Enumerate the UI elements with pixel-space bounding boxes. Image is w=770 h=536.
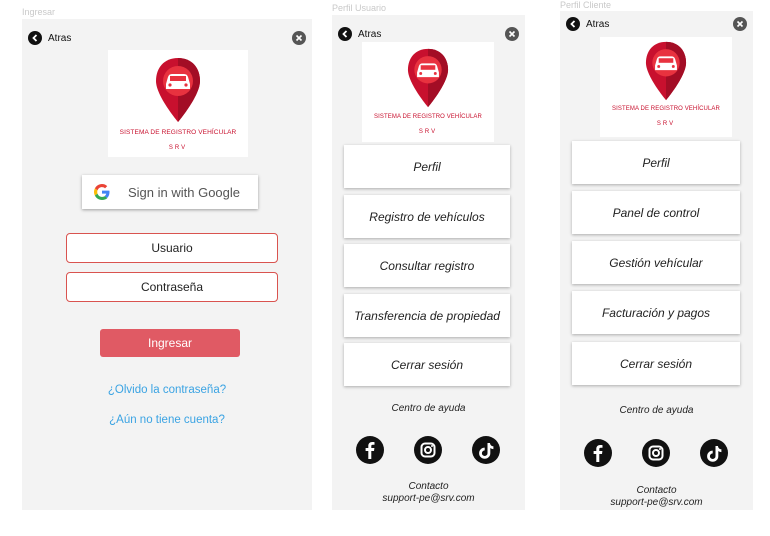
password-field[interactable]: Contraseña bbox=[66, 272, 278, 302]
back-button[interactable]: Atras bbox=[566, 17, 609, 31]
back-arrow-icon bbox=[566, 17, 580, 31]
google-signin-label: Sign in with Google bbox=[128, 184, 241, 200]
menu-item-gestion-vehicular[interactable]: Gestión vehícular bbox=[572, 241, 740, 284]
contact-label: Contacto bbox=[636, 485, 677, 496]
google-icon bbox=[94, 184, 110, 200]
facebook-icon[interactable] bbox=[584, 439, 612, 467]
logo-abbr: SRV bbox=[418, 129, 438, 135]
back-arrow-icon bbox=[28, 31, 42, 45]
car-pin-icon bbox=[156, 58, 200, 122]
close-icon[interactable] bbox=[733, 17, 747, 31]
logo-abbr: SRV bbox=[656, 121, 676, 127]
facebook-icon[interactable] bbox=[356, 436, 384, 464]
frame-title-perfil-cliente: Perfil Cliente bbox=[560, 0, 612, 10]
instagram-icon[interactable] bbox=[414, 436, 442, 464]
back-button[interactable]: Atras bbox=[338, 27, 381, 41]
instagram-icon[interactable] bbox=[642, 439, 670, 467]
client-profile-screen: Atras SISTEMA DE REGISTRO VEHÍCULAR SRV … bbox=[560, 11, 753, 510]
google-signin-button[interactable]: Sign in with Google bbox=[82, 175, 258, 209]
help-center-link[interactable]: Centro de ayuda bbox=[332, 403, 525, 414]
tiktok-icon[interactable] bbox=[700, 439, 728, 467]
logo-abbr: SRV bbox=[168, 145, 188, 151]
menu-item-panel-control[interactable]: Panel de control bbox=[572, 191, 740, 234]
menu-item-cerrar-sesion[interactable]: Cerrar sesión bbox=[572, 342, 740, 385]
logo-title: SISTEMA DE REGISTRO VEHÍCULAR bbox=[374, 114, 482, 120]
login-screen: Atras SISTEMA DE REGISTRO VEHÍCULAR SRV … bbox=[22, 19, 312, 510]
tiktok-icon[interactable] bbox=[472, 436, 500, 464]
menu-item-consultar-registro[interactable]: Consultar registro bbox=[344, 244, 510, 287]
menu-item-cerrar-sesion[interactable]: Cerrar sesión bbox=[344, 343, 510, 386]
contact-block: Contacto support-pe@srv.com bbox=[332, 481, 525, 505]
frame-title-perfil-usuario: Perfil Usuario bbox=[332, 3, 387, 13]
srv-logo: SISTEMA DE REGISTRO VEHÍCULAR SRV bbox=[600, 37, 732, 137]
logo-title: SISTEMA DE REGISTRO VEHÍCULAR bbox=[119, 129, 237, 136]
username-field[interactable]: Usuario bbox=[66, 233, 278, 263]
srv-logo: SISTEMA DE REGISTRO VEHÍCULAR SRV bbox=[362, 42, 494, 142]
contact-block: Contacto support-pe@srv.com bbox=[560, 485, 753, 509]
help-center-link[interactable]: Centro de ayuda bbox=[560, 405, 753, 416]
srv-logo: SISTEMA DE REGISTRO VEHÍCULAR SRV bbox=[108, 50, 248, 157]
frame-title-ingresar: Ingresar bbox=[22, 7, 56, 17]
contact-label: Contacto bbox=[408, 481, 449, 492]
back-label: Atras bbox=[48, 32, 72, 44]
register-link[interactable]: ¿Aún no tiene cuenta? bbox=[22, 414, 312, 426]
user-profile-screen: Atras SISTEMA DE REGISTRO VEHÍCULAR SRV … bbox=[332, 15, 525, 510]
back-label: Atras bbox=[358, 28, 382, 40]
back-button[interactable]: Atras bbox=[28, 31, 71, 45]
login-button[interactable]: Ingresar bbox=[100, 329, 240, 357]
car-pin-icon bbox=[645, 41, 687, 101]
close-icon[interactable] bbox=[292, 31, 306, 45]
car-pin-icon bbox=[407, 48, 449, 108]
back-label: Atras bbox=[586, 18, 610, 30]
menu-item-transferencia[interactable]: Transferencia de propiedad bbox=[344, 294, 510, 337]
logo-title: SISTEMA DE REGISTRO VEHÍCULAR bbox=[612, 106, 720, 112]
menu-item-facturacion[interactable]: Facturación y pagos bbox=[572, 291, 740, 334]
menu-item-registro-vehiculos[interactable]: Registro de vehículos bbox=[344, 195, 510, 238]
close-icon[interactable] bbox=[505, 27, 519, 41]
menu-item-perfil[interactable]: Perfil bbox=[344, 145, 510, 188]
contact-email[interactable]: support-pe@srv.com bbox=[332, 493, 525, 505]
forgot-password-link[interactable]: ¿Olvido la contraseña? bbox=[22, 384, 312, 396]
contact-email[interactable]: support-pe@srv.com bbox=[560, 497, 753, 509]
back-arrow-icon bbox=[338, 27, 352, 41]
menu-item-perfil[interactable]: Perfil bbox=[572, 141, 740, 184]
